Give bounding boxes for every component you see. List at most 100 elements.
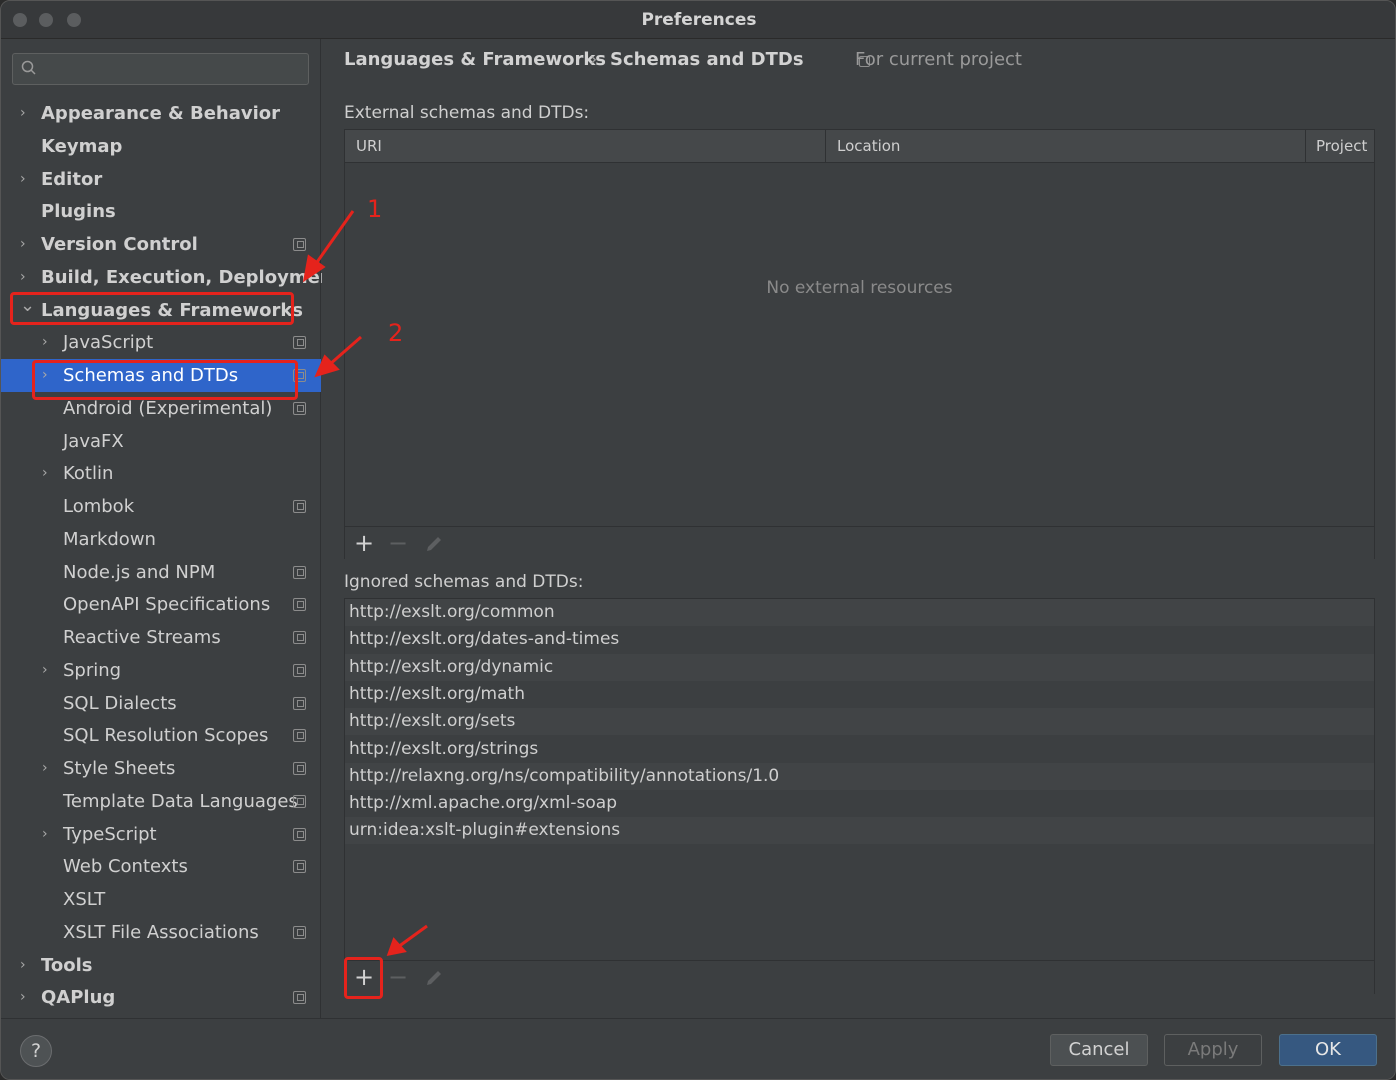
sidebar-item[interactable]: Node.js and NPM xyxy=(1,556,321,589)
list-item[interactable]: http://exslt.org/strings xyxy=(345,736,1374,763)
project-scope-icon xyxy=(293,991,306,1004)
sidebar-item-label: QAPlug xyxy=(41,987,116,1008)
sidebar-item-label: Style Sheets xyxy=(63,758,176,779)
project-scope-icon xyxy=(293,664,306,677)
sidebar-item[interactable]: › QAPlug xyxy=(1,981,321,1014)
sidebar-item[interactable]: Keymap xyxy=(1,130,321,163)
annotation-box-languages xyxy=(10,292,294,325)
sidebar-item-label: Tools xyxy=(41,955,93,976)
sidebar-item[interactable]: › Appearance & Behavior xyxy=(1,97,321,130)
sidebar-item-label: Lombok xyxy=(63,496,135,517)
ok-button[interactable]: OK xyxy=(1279,1034,1377,1066)
sidebar-item-label: Appearance & Behavior xyxy=(41,103,281,124)
chevron-right-icon[interactable]: › xyxy=(20,163,32,196)
list-item[interactable]: http://xml.apache.org/xml-soap xyxy=(345,790,1374,817)
sidebar-item-label: XSLT xyxy=(63,889,106,910)
sidebar-item[interactable]: SQL Resolution Scopes xyxy=(1,719,321,752)
sidebar-item[interactable]: JavaFX xyxy=(1,425,321,458)
sidebar-item[interactable]: › JavaScript xyxy=(1,326,321,359)
column-project[interactable]: Project xyxy=(1316,130,1367,163)
breadcrumb-parent[interactable]: Languages & Frameworks xyxy=(344,49,606,70)
sidebar-item-label: JavaFX xyxy=(63,431,124,452)
sidebar-item[interactable]: SQL Dialects xyxy=(1,687,321,720)
sidebar-item[interactable]: › Tools xyxy=(1,949,321,982)
chevron-right-icon[interactable]: › xyxy=(20,949,32,982)
remove-external-button[interactable]: − xyxy=(381,527,415,561)
column-uri[interactable]: URI xyxy=(356,130,382,163)
external-schemas-label: External schemas and DTDs: xyxy=(344,103,590,123)
sidebar-item-label: Plugins xyxy=(41,201,116,222)
chevron-right-icon[interactable]: › xyxy=(42,818,54,851)
list-item[interactable]: urn:idea:xslt-plugin#extensions xyxy=(345,817,1374,845)
empty-state-text: No external resources xyxy=(766,278,953,298)
breadcrumb-separator: › xyxy=(590,49,598,70)
sidebar-item-label: Template Data Languages xyxy=(63,791,298,812)
chevron-right-icon[interactable]: › xyxy=(20,228,32,261)
sidebar-item[interactable]: › Spring xyxy=(1,654,321,687)
list-item[interactable]: http://exslt.org/dates-and-times xyxy=(345,626,1374,653)
sidebar-item[interactable]: › Kotlin xyxy=(1,457,321,490)
cancel-button[interactable]: Cancel xyxy=(1050,1034,1148,1066)
apply-button[interactable]: Apply xyxy=(1164,1034,1262,1066)
sidebar-item-label: Web Contexts xyxy=(63,856,188,877)
pencil-icon xyxy=(427,971,441,985)
sidebar-item[interactable]: Template Data Languages xyxy=(1,785,321,818)
chevron-right-icon[interactable]: › xyxy=(42,752,54,785)
project-scope-icon xyxy=(293,631,306,644)
sidebar-item[interactable]: Reactive Streams xyxy=(1,621,321,654)
project-scope-icon xyxy=(293,598,306,611)
sidebar-item[interactable]: Lombok xyxy=(1,490,321,523)
list-item[interactable]: http://relaxng.org/ns/compatibility/anno… xyxy=(345,762,1374,790)
edit-external-button[interactable] xyxy=(417,527,451,561)
sidebar-item-label: XSLT File Associations xyxy=(63,922,259,943)
column-divider[interactable] xyxy=(1305,130,1306,163)
list-item[interactable]: http://exslt.org/sets xyxy=(345,708,1374,736)
chevron-right-icon[interactable]: › xyxy=(20,97,32,130)
sidebar-item[interactable]: › TypeScript xyxy=(1,818,321,851)
window-title: Preferences xyxy=(641,10,757,30)
sidebar-item-label: Version Control xyxy=(41,234,198,255)
project-scope-icon xyxy=(293,729,306,742)
sidebar-item[interactable]: › Version Control xyxy=(1,228,321,261)
list-item[interactable]: http://exslt.org/dynamic xyxy=(345,653,1374,681)
pencil-icon xyxy=(427,537,441,551)
ignored-schemas-list: http://exslt.org/common http://exslt.org/… xyxy=(344,598,1375,994)
dialog-footer: ? Cancel Apply OK xyxy=(1,1018,1395,1079)
annotation-number-2: 2 xyxy=(388,319,404,347)
list-item[interactable]: http://exslt.org/common xyxy=(345,599,1374,626)
project-scope-icon xyxy=(293,697,306,710)
column-divider[interactable] xyxy=(825,130,826,163)
edit-ignored-button[interactable] xyxy=(417,961,451,995)
ignored-toolbar: + − xyxy=(345,960,1374,994)
project-scope-icon xyxy=(293,828,306,841)
preferences-window: Preferences › Appearance & Behavior Keymap… xyxy=(0,0,1396,1080)
chevron-right-icon[interactable]: › xyxy=(42,654,54,687)
list-item[interactable]: http://exslt.org/math xyxy=(345,681,1374,708)
sidebar-item[interactable]: › Style Sheets xyxy=(1,752,321,785)
project-scope-icon xyxy=(293,926,306,939)
sidebar-item[interactable]: › Editor xyxy=(1,163,321,196)
sidebar-item[interactable]: XSLT xyxy=(1,883,321,916)
add-external-button[interactable]: + xyxy=(347,527,381,561)
chevron-right-icon[interactable]: › xyxy=(42,326,54,359)
annotation-box-schemas xyxy=(32,360,298,400)
chevron-right-icon[interactable]: › xyxy=(20,981,32,1014)
sidebar-item[interactable]: › Build, Execution, Deployment xyxy=(1,261,341,294)
project-scope-icon xyxy=(293,762,306,775)
project-scope-icon xyxy=(293,566,306,579)
external-toolbar: + − xyxy=(345,526,1374,560)
help-button[interactable]: ? xyxy=(20,1035,52,1067)
project-scope-icon xyxy=(293,238,306,251)
chevron-right-icon[interactable]: › xyxy=(42,457,54,490)
settings-search-input[interactable] xyxy=(12,53,309,85)
column-location[interactable]: Location xyxy=(837,130,900,163)
ignored-schemas-label: Ignored schemas and DTDs: xyxy=(344,572,584,592)
sidebar-item[interactable]: OpenAPI Specifications xyxy=(1,588,321,621)
sidebar-item-label: Build, Execution, Deployment xyxy=(41,267,342,288)
sidebar-item[interactable]: XSLT File Associations xyxy=(1,916,321,949)
sidebar-item[interactable]: Web Contexts xyxy=(1,850,321,883)
scope-label: For current project xyxy=(855,49,1022,70)
sidebar-item[interactable]: Plugins xyxy=(1,195,321,228)
sidebar-item[interactable]: Markdown xyxy=(1,523,321,556)
remove-ignored-button[interactable]: − xyxy=(381,961,415,995)
